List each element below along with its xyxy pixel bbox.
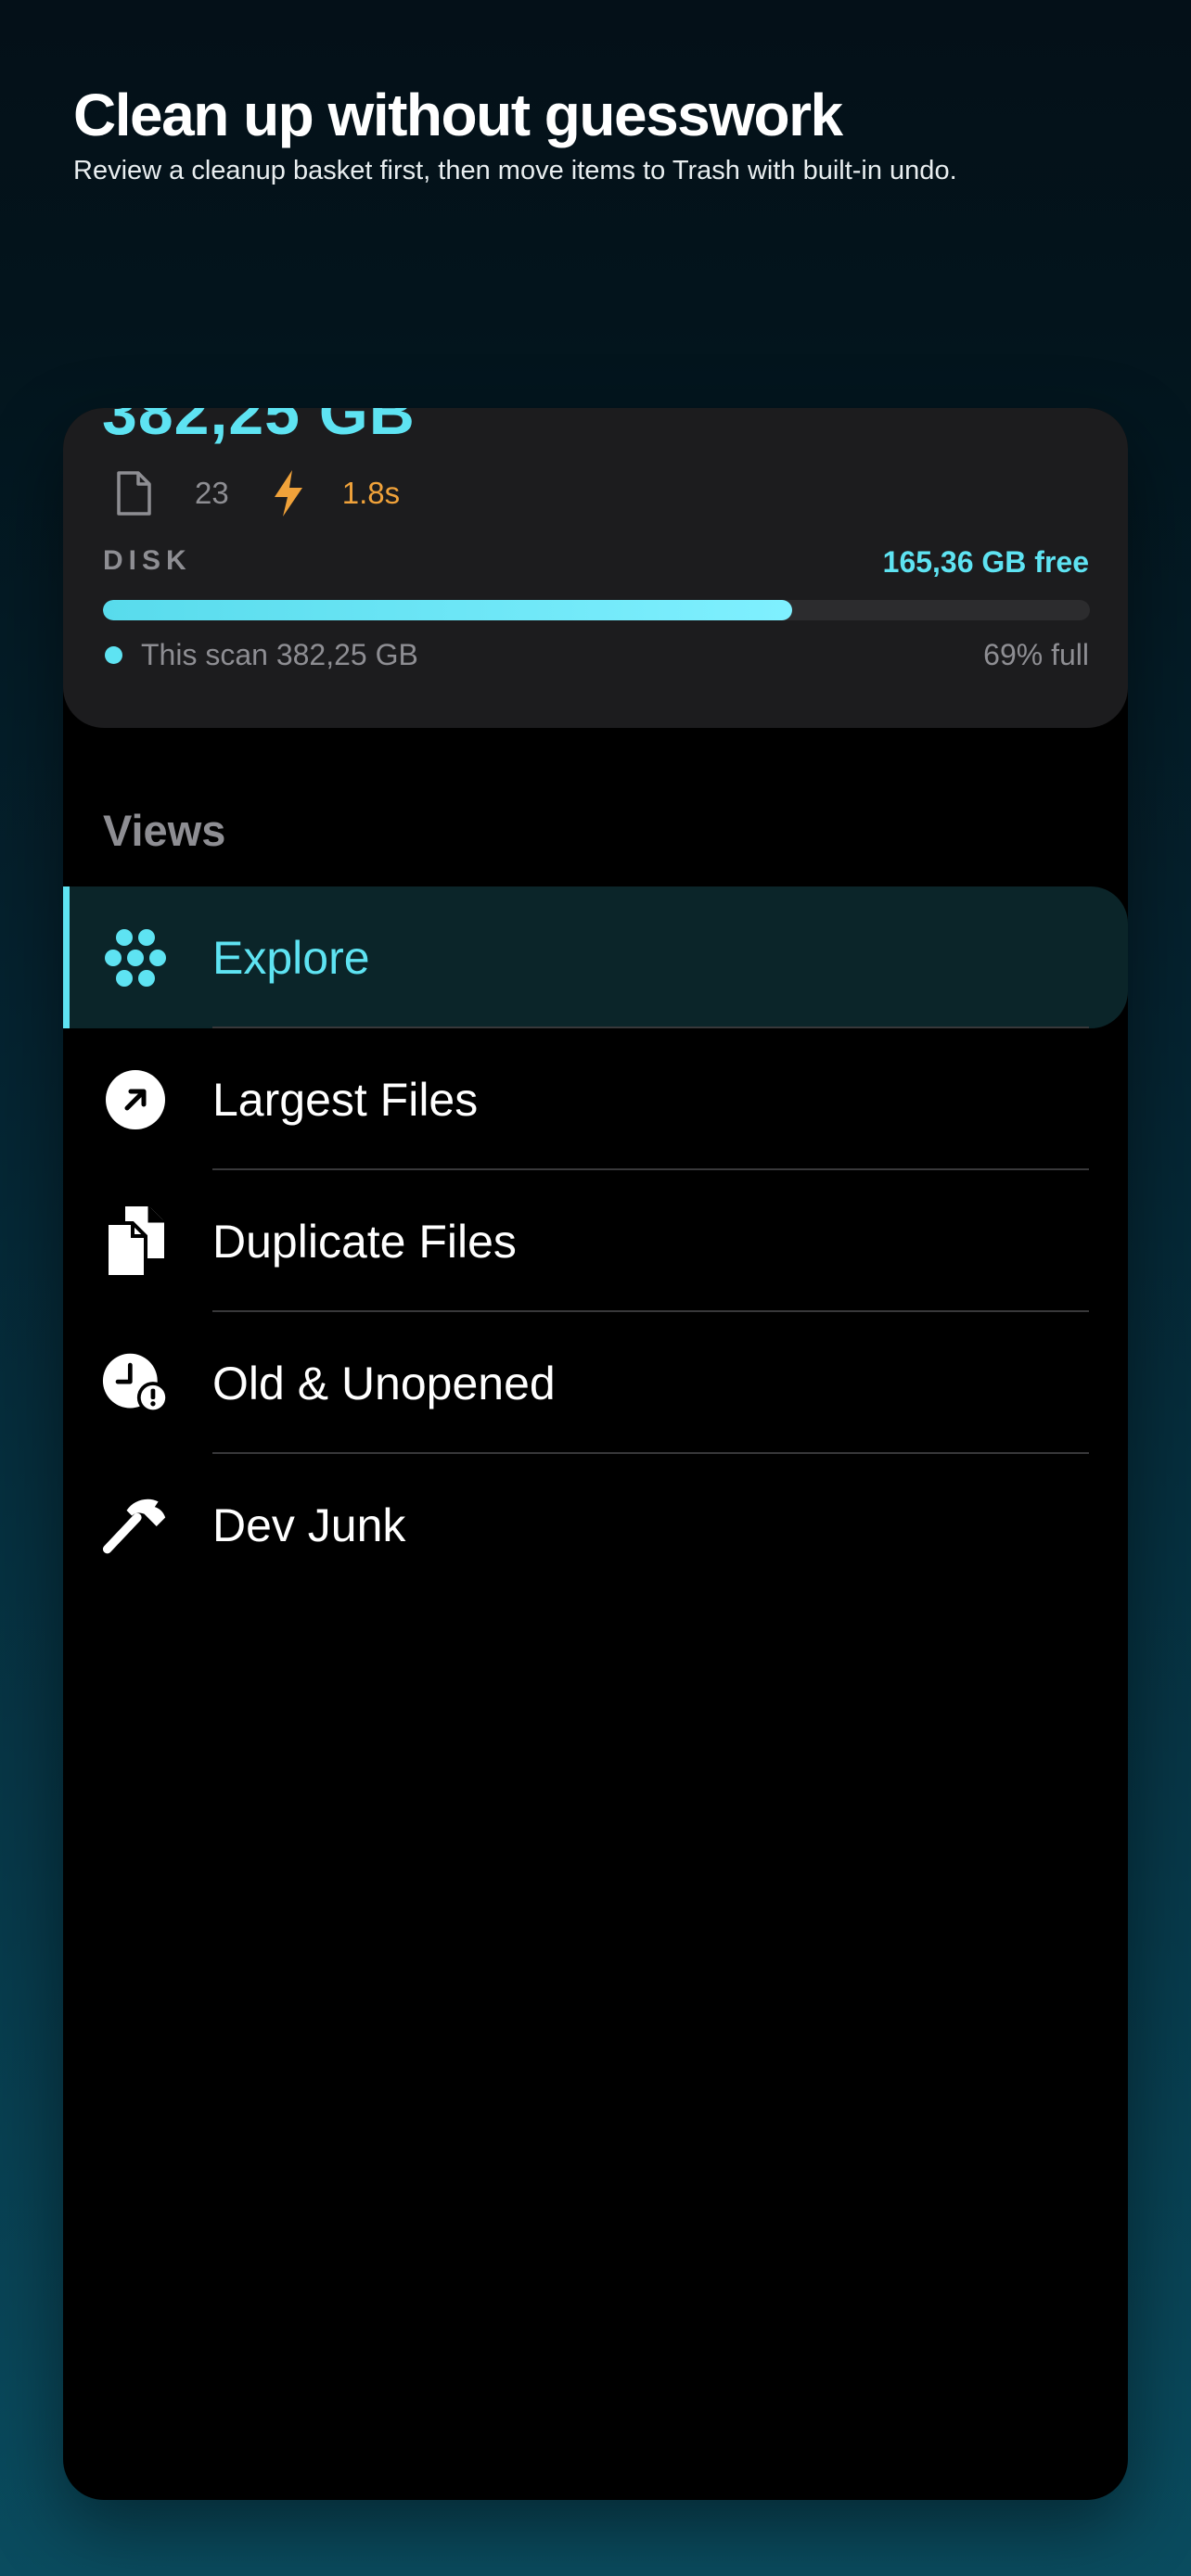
hammer-icon xyxy=(102,1492,169,1559)
view-item-dev-junk[interactable]: Dev Junk xyxy=(63,1454,1128,1596)
view-item-explore[interactable]: Explore xyxy=(63,886,1128,1028)
legend-dot xyxy=(105,646,122,664)
view-item-label: Old & Unopened xyxy=(212,1357,556,1409)
duplicate-documents-icon xyxy=(102,1205,169,1279)
view-item-duplicate-files[interactable]: Duplicate Files xyxy=(63,1170,1128,1312)
hero: Clean up without guesswork Review a clea… xyxy=(73,82,1154,187)
disk-usage-bar xyxy=(103,600,1090,620)
view-item-label: Dev Junk xyxy=(212,1498,406,1551)
scan-summary-card: 382,25 GB 23 1.8s DISK 165,36 GB free Th… xyxy=(63,408,1128,728)
disk-percent-full: 69% full xyxy=(983,638,1089,671)
view-item-largest-files[interactable]: Largest Files xyxy=(63,1028,1128,1170)
app-panel: 382,25 GB 23 1.8s DISK 165,36 GB free Th… xyxy=(63,408,1128,2500)
view-item-label: Duplicate Files xyxy=(212,1215,517,1268)
disk-label: DISK xyxy=(103,545,192,576)
lightning-icon xyxy=(272,469,305,517)
disk-usage-fill xyxy=(103,600,792,620)
scan-item-count: 23 xyxy=(195,476,229,510)
disk-legend: This scan 382,25 GB xyxy=(103,638,418,672)
hero-subtitle: Review a cleanup basket first, then move… xyxy=(73,156,957,185)
view-item-label: Explore xyxy=(212,931,370,984)
clock-alert-icon xyxy=(102,1350,169,1417)
views-list: Explore Largest Files Duplicate Files Ol… xyxy=(63,886,1128,1596)
cluster-icon xyxy=(102,925,169,991)
hero-title: Clean up without guesswork xyxy=(73,82,843,148)
view-item-old-unopened[interactable]: Old & Unopened xyxy=(63,1312,1128,1454)
scan-duration: 1.8s xyxy=(341,476,401,510)
view-item-label: Largest Files xyxy=(212,1073,479,1126)
views-section-title: Views xyxy=(103,806,226,855)
scan-stats: 23 1.8s xyxy=(115,467,400,519)
scan-total-size: 382,25 GB xyxy=(102,408,416,448)
arrow-up-right-circle-icon xyxy=(102,1066,169,1133)
document-icon xyxy=(115,470,152,516)
this-scan-size: This scan 382,25 GB xyxy=(141,638,418,671)
disk-free-space: 165,36 GB free xyxy=(882,545,1089,579)
